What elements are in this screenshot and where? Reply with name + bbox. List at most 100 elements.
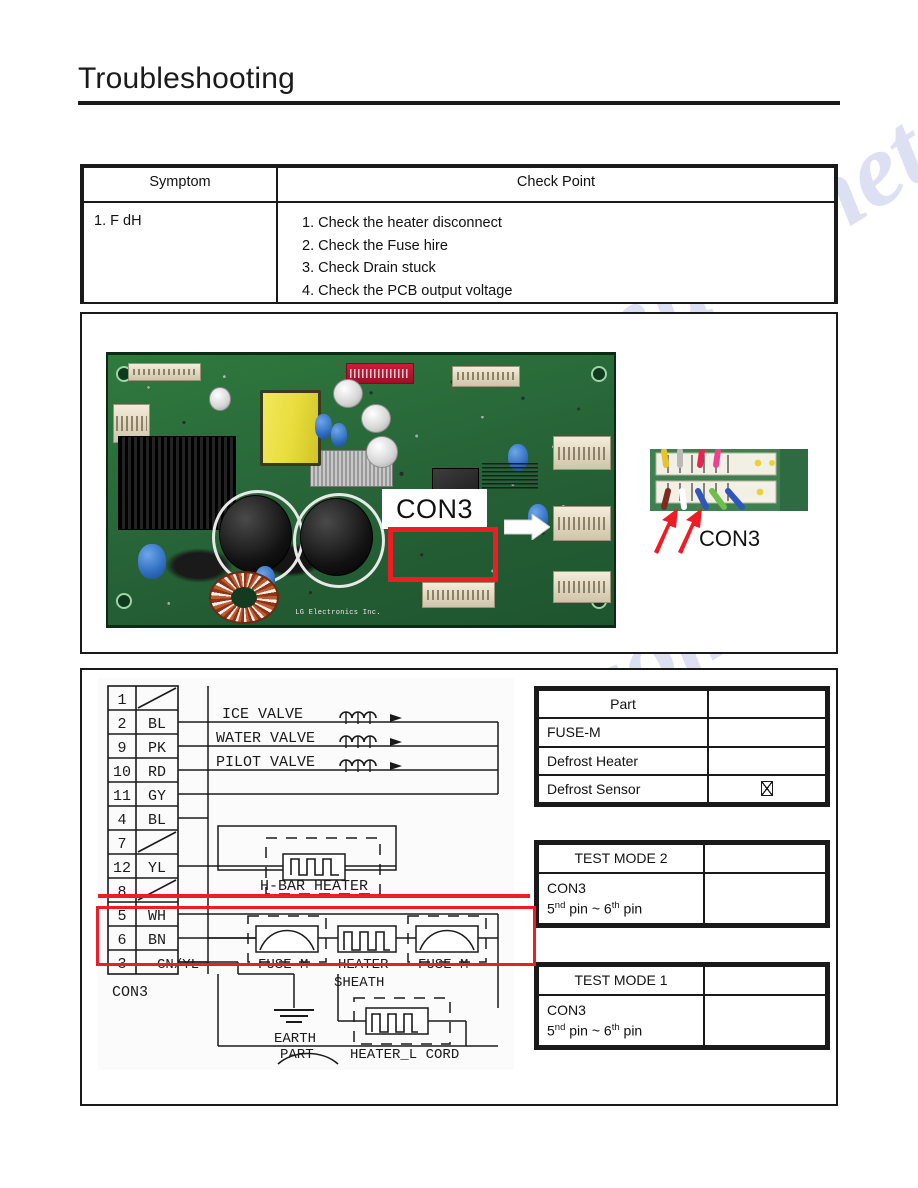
capacitor (361, 403, 391, 433)
table-header-row: Symptom Check Point (82, 166, 836, 203)
part-value (707, 745, 827, 776)
list-item: 4. Check the PCB output voltage (302, 282, 513, 299)
checkpoint-column-header: Check Point (276, 166, 836, 203)
connector-header (553, 571, 611, 603)
svg-text:YL: YL (148, 860, 166, 877)
pin-range: 5nd pin ~ 6th pin (547, 897, 695, 918)
svg-text:H-BAR HEATER: H-BAR HEATER (260, 878, 368, 895)
pcb-board-photo: LG Electronics Inc. (106, 352, 616, 628)
svg-text:WATER VALVE: WATER VALVE (216, 730, 315, 747)
electrolytic-capacitor (300, 498, 374, 576)
blue-capacitor (330, 422, 347, 447)
checkpoint-list: 1. Check the heater disconnect 2. Check … (302, 212, 834, 302)
svg-text:PK: PK (148, 740, 166, 757)
pin-range-mid: pin ~ 6 (565, 1022, 612, 1039)
test-mode-1-header-value (703, 965, 827, 996)
pointer-arrow-icon (504, 514, 550, 540)
test-mode-2-value (703, 871, 827, 926)
part-name: Defrost Sensor (537, 773, 709, 805)
svg-text:GY: GY (148, 788, 166, 805)
table-row: CON3 5nd pin ~ 6th pin (537, 871, 827, 926)
ground-symbol (274, 1009, 314, 1023)
transformer (259, 390, 322, 467)
table-row: Defrost Sensor (537, 773, 827, 805)
svg-text:2: 2 (117, 716, 126, 733)
connector-header (553, 506, 611, 541)
connector-header (553, 436, 611, 471)
pin-start-suffix: nd (554, 1021, 566, 1033)
capacitor (366, 436, 399, 468)
table-row: Defrost Heater (537, 745, 827, 776)
svg-text:PART: PART (280, 1047, 314, 1063)
svg-text:12: 12 (113, 860, 131, 877)
schematic-svg: 1 2 9 10 11 4 7 12 8 5 6 3 BL PK RD GY B… (107, 685, 499, 1065)
blue-capacitor (138, 544, 167, 580)
pcb-silkscreen-text: LG Electronics Inc. (295, 608, 381, 617)
svg-text:9: 9 (117, 740, 126, 757)
part-column-header: Part (537, 688, 709, 720)
pin-end-suffix: th (611, 899, 620, 911)
table-header-row: TEST MODE 1 (537, 965, 827, 996)
blue-capacitor (315, 414, 332, 439)
pin-range-mid: pin ~ 6 (565, 900, 612, 917)
mount-hole (115, 592, 132, 609)
mount-hole (591, 365, 608, 382)
pin-end-suffix: th (611, 1021, 620, 1033)
test-mode-2-header-value (703, 843, 827, 874)
table-row: CON3 5nd pin ~ 6th pin (537, 993, 827, 1048)
pcb-substrate: LG Electronics Inc. (108, 355, 614, 625)
test-mode-1-table: TEST MODE 1 CON3 5nd pin ~ 6th pin (534, 962, 830, 1050)
table-header-row: TEST MODE 2 (537, 843, 827, 874)
test-mode-2-pins-cell: CON3 5nd pin ~ 6th pin (537, 871, 705, 926)
svg-text:1: 1 (117, 692, 126, 709)
svg-text:10: 10 (113, 764, 131, 781)
svg-text:EARTH: EARTH (274, 1031, 316, 1047)
part-value-header (707, 688, 827, 720)
checkpoint-cell: 1. Check the heater disconnect 2. Check … (276, 201, 836, 304)
electrolytic-capacitor (219, 495, 293, 573)
closeup-caption-label: CON3 (699, 526, 761, 551)
symptom-value: 1. F dH (82, 201, 278, 304)
pin-start: 5 (547, 900, 555, 917)
page-title: Troubleshooting (78, 62, 296, 95)
test-mode-2-header: TEST MODE 2 (537, 843, 705, 874)
red-highlight-box (96, 906, 536, 966)
part-table: Part FUSE-M Defrost Heater Defrost Senso… (534, 686, 830, 807)
closeup-image (650, 449, 808, 511)
con3-wiring-schematic: 1 2 9 10 11 4 7 12 8 5 6 3 BL PK RD GY B… (96, 678, 536, 1070)
connector-name: CON3 (547, 879, 586, 896)
table-row: FUSE-M (537, 717, 827, 748)
test-mode-1-header: TEST MODE 1 (537, 965, 705, 996)
part-value (707, 717, 827, 748)
test-mode-1-pins-cell: CON3 5nd pin ~ 6th pin (537, 993, 705, 1048)
svg-text:RD: RD (148, 764, 166, 781)
svg-text:11: 11 (113, 788, 131, 805)
svg-text:4: 4 (117, 812, 126, 829)
list-item: 1. Check the heater disconnect (302, 215, 502, 231)
connector-header (128, 363, 202, 382)
pin-range-end: pin (619, 900, 643, 917)
svg-text:PILOT VALVE: PILOT VALVE (216, 754, 315, 771)
svg-text:SHEATH: SHEATH (334, 975, 384, 991)
title-underline (78, 101, 840, 105)
svg-text:8: 8 (117, 884, 126, 901)
list-item: 3. Check Drain stuck (302, 260, 436, 276)
part-value (707, 773, 827, 805)
svg-text:BL: BL (148, 812, 166, 829)
svg-text:BL: BL (148, 716, 166, 733)
table-row: 1. F dH 1. Check the heater disconnect 2… (82, 201, 836, 304)
part-name: FUSE-M (537, 717, 709, 748)
part-name: Defrost Heater (537, 745, 709, 776)
pin-range: 5nd pin ~ 6th pin (547, 1019, 695, 1040)
connector-header (452, 365, 520, 387)
toroid-choke (209, 571, 279, 624)
con3-callout-label: CON3 (382, 489, 487, 529)
table-header-row: Part (537, 688, 827, 720)
symptom-check-table: Symptom Check Point 1. F dH 1. Check the… (80, 164, 838, 304)
pin-range-end: pin (619, 1022, 643, 1039)
wiring-diagram-panel: 1 2 9 10 11 4 7 12 8 5 6 3 BL PK RD GY B… (80, 668, 838, 1106)
red-highlight-line (98, 894, 530, 898)
symptom-column-header: Symptom (82, 166, 278, 203)
svg-text:7: 7 (117, 836, 126, 853)
svg-text:ICE VALVE: ICE VALVE (222, 706, 303, 723)
